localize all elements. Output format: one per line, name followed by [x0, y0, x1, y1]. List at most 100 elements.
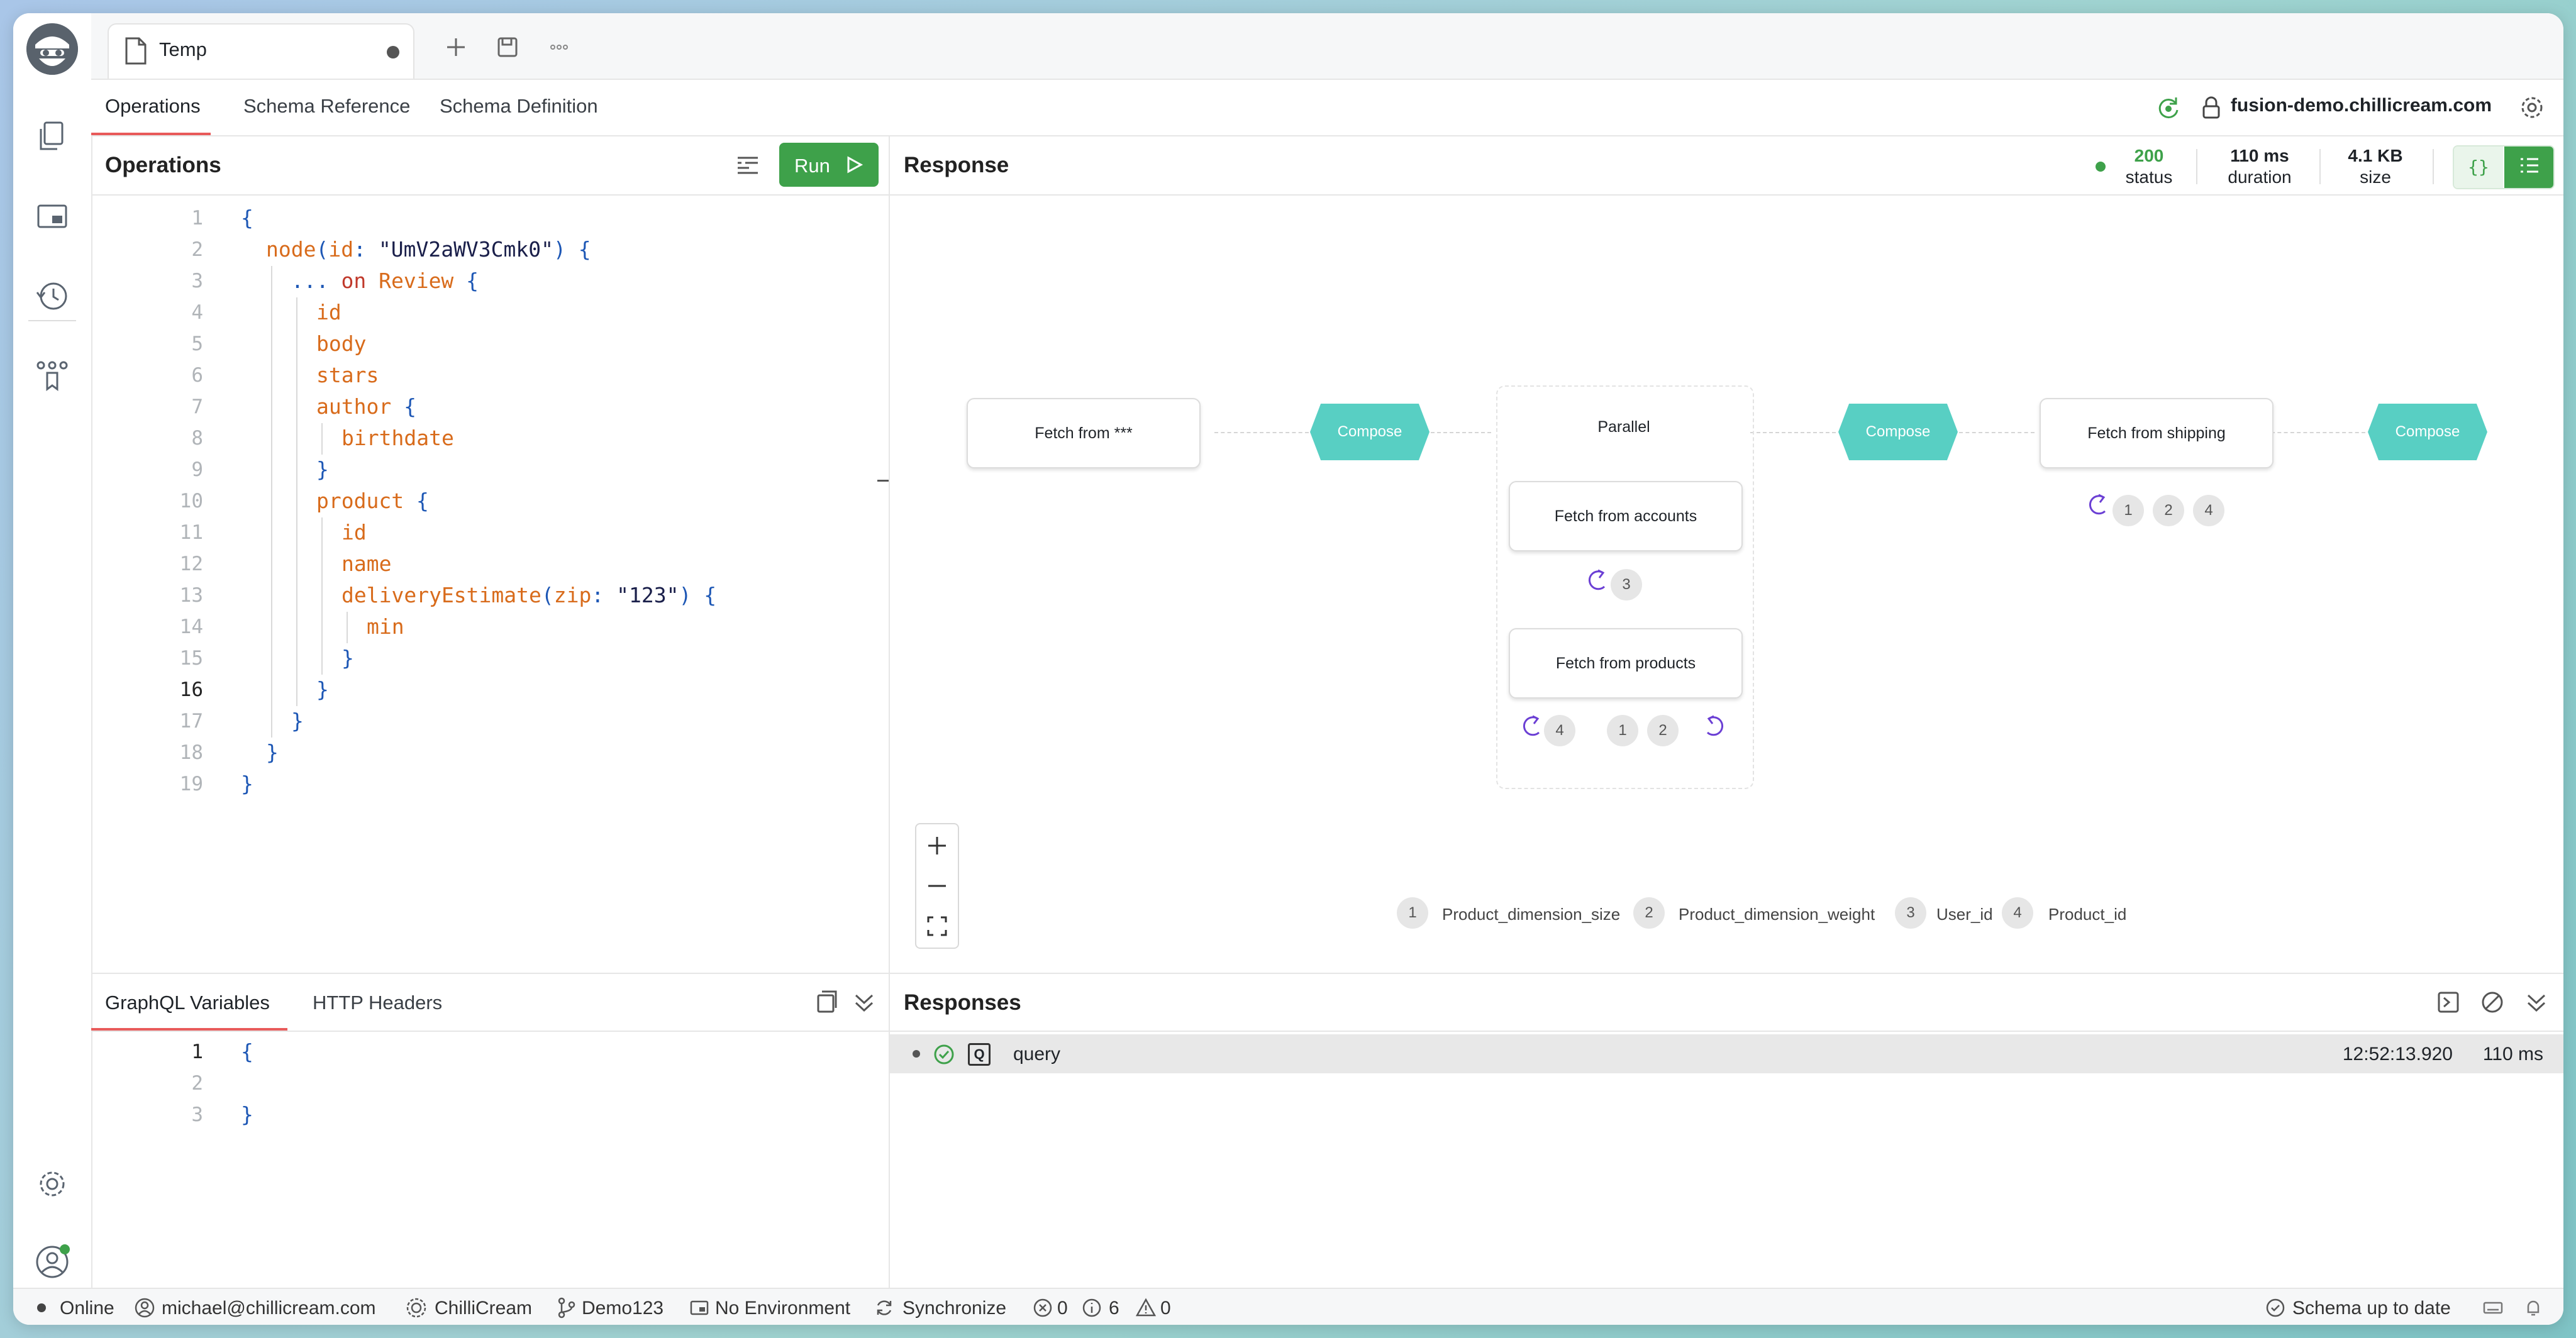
indent-guide	[271, 580, 272, 612]
json-view-icon[interactable]: {}	[2454, 147, 2503, 188]
collapse-chevron-icon[interactable]	[851, 989, 877, 1015]
variables-pane: GraphQL Variables HTTP Headers 1 { 2 3 }	[91, 973, 890, 1289]
environment-icon	[689, 1297, 710, 1319]
terminal-icon[interactable]	[2435, 989, 2462, 1015]
operations-pane: Operations Run 1{2 node(id: "UmV2aWV3Cmk0…	[91, 136, 890, 973]
account-avatar-icon[interactable]	[35, 1244, 70, 1280]
compose-node[interactable]: Compose	[2368, 404, 2487, 460]
history-icon[interactable]	[35, 279, 70, 314]
indent-guide	[321, 580, 323, 612]
line-number: 6	[191, 364, 203, 387]
document-tab-title: Temp	[159, 38, 207, 60]
error-count[interactable]: 0	[1057, 1298, 1068, 1319]
picture-in-picture-icon[interactable]	[35, 199, 70, 235]
tab-schema-reference[interactable]: Schema Reference	[243, 95, 410, 118]
code-token: stars	[316, 363, 379, 387]
stat-separator	[2196, 149, 2197, 184]
fetch-accounts-node[interactable]: Fetch from accounts	[1509, 481, 1743, 551]
compose-node[interactable]: Compose	[1838, 404, 1958, 460]
tab-http-headers[interactable]: HTTP Headers	[313, 992, 442, 1014]
new-tab-plus-icon[interactable]	[441, 32, 471, 62]
code-token: body	[316, 331, 367, 356]
documents-icon[interactable]	[35, 119, 70, 154]
duration-stat: 110 ms duration	[2212, 145, 2307, 188]
loop-arrow-icon	[1588, 569, 1606, 590]
schema-status[interactable]: Schema up to date	[2292, 1298, 2451, 1319]
synchronize-button[interactable]: Synchronize	[902, 1298, 1006, 1319]
code-token: }	[341, 646, 354, 670]
code-text: node(id: "UmV2aWV3Cmk0") {	[266, 237, 591, 262]
line-number: 4	[191, 301, 203, 324]
copy-variables-icon[interactable]	[813, 989, 840, 1015]
refresh-schema-icon[interactable]	[2153, 92, 2184, 123]
indent-guide	[296, 392, 297, 423]
play-icon	[847, 156, 863, 174]
fetch-root-node[interactable]: Fetch from ***	[967, 398, 1201, 468]
connection-settings-gear-icon[interactable]	[2517, 92, 2547, 123]
code-text: }	[316, 677, 329, 702]
response-title: Response	[904, 153, 1009, 177]
status-label: status	[2125, 167, 2173, 187]
endpoint-url[interactable]: fusion-demo.chillicream.com	[2231, 95, 2492, 116]
line-number: 15	[179, 647, 203, 670]
zoom-out-icon[interactable]	[916, 865, 958, 905]
format-document-icon[interactable]	[733, 150, 763, 180]
run-button[interactable]: Run	[779, 143, 879, 187]
requirement-badge: 1	[1607, 715, 1638, 746]
notifications-bell-icon[interactable]	[2523, 1297, 2544, 1319]
tab-operations[interactable]: Operations	[105, 95, 201, 118]
api-branch[interactable]: Demo123	[582, 1298, 663, 1319]
activity-bar	[13, 13, 92, 1288]
line-number: 2	[191, 238, 203, 261]
organization-name[interactable]: ChilliCream	[435, 1298, 532, 1319]
indent-guide	[271, 297, 272, 329]
line-number: 9	[191, 458, 203, 481]
indent-guide	[321, 612, 323, 643]
code-line: 10 product {	[91, 486, 889, 517]
warning-count[interactable]: 0	[1160, 1298, 1171, 1319]
tab-graphql-variables[interactable]: GraphQL Variables	[105, 992, 270, 1014]
requirement-badge: 2	[1647, 715, 1679, 746]
success-check-icon	[934, 1044, 954, 1064]
zoom-in-icon[interactable]	[916, 824, 958, 865]
keyboard-icon[interactable]	[2482, 1297, 2504, 1319]
document-tab[interactable]: Temp	[108, 23, 414, 79]
branch-icon	[555, 1297, 577, 1319]
online-status[interactable]: Online	[60, 1298, 114, 1319]
response-row[interactable]: Q query 12:52:13.920 110 ms	[890, 1034, 2563, 1073]
code-line: 12 name	[91, 549, 889, 580]
code-token: {	[241, 206, 253, 230]
code-token: }	[316, 677, 329, 702]
line-number: 3	[191, 270, 203, 292]
compose-node[interactable]: Compose	[1310, 404, 1430, 460]
collapse-chevron-icon[interactable]	[2523, 989, 2550, 1015]
environment-selector[interactable]: No Environment	[715, 1298, 850, 1319]
save-icon[interactable]	[492, 32, 523, 62]
fit-view-icon[interactable]	[916, 905, 958, 945]
indent-guide	[271, 549, 272, 580]
more-options-icon[interactable]	[544, 32, 574, 62]
size-stat: 4.1 KB size	[2334, 145, 2416, 188]
code-text: birthdate	[341, 426, 454, 450]
settings-gear-icon[interactable]	[35, 1166, 70, 1202]
info-count[interactable]: 6	[1109, 1298, 1119, 1319]
clear-responses-icon[interactable]	[2479, 989, 2506, 1015]
user-email[interactable]: michael@chillicream.com	[162, 1298, 376, 1319]
query-plan-canvas[interactable]: Fetch from *** Compose Parallel Fetch fr…	[890, 194, 2563, 973]
line-number: 13	[179, 584, 203, 607]
svg-text:{}: {}	[2468, 157, 2489, 177]
plan-view-icon[interactable]	[2504, 147, 2553, 188]
code-line: 17}	[91, 706, 889, 738]
collections-icon[interactable]	[35, 358, 70, 393]
loop-arrow-icon	[1706, 715, 1724, 736]
response-header: Response 200 status 110 ms duration 4.1 …	[890, 136, 2563, 196]
unsaved-dot-icon[interactable]	[387, 46, 399, 58]
fetch-shipping-node[interactable]: Fetch from shipping	[2040, 398, 2273, 468]
indent-guide	[271, 360, 272, 392]
code-token: }	[266, 740, 279, 765]
line-number: 17	[179, 710, 203, 733]
fetch-products-node[interactable]: Fetch from products	[1509, 628, 1743, 699]
app-logo[interactable]	[26, 23, 78, 75]
code-token: "UmV2aWV3Cmk0"	[378, 237, 554, 262]
tab-schema-definition[interactable]: Schema Definition	[440, 95, 598, 118]
